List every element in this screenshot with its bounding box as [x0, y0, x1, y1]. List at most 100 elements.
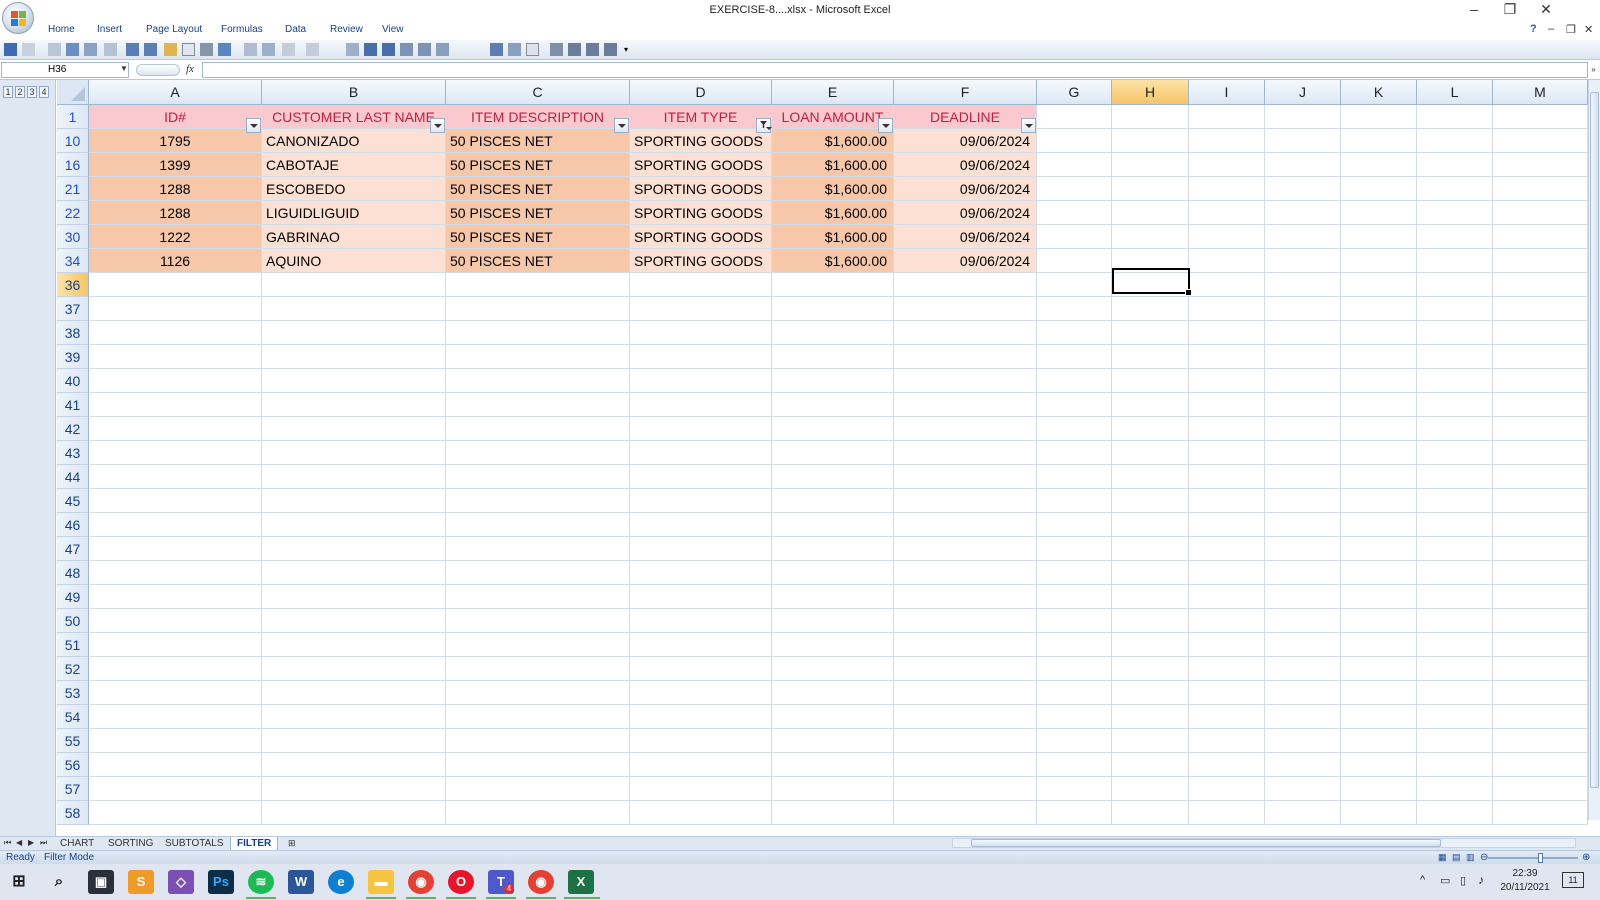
cell-e43[interactable] — [772, 441, 894, 465]
cell-a48[interactable] — [89, 561, 262, 585]
chart-icon[interactable] — [306, 43, 319, 56]
sheet-tab-sorting[interactable]: SORTING — [102, 837, 159, 850]
cell-m34[interactable] — [1493, 249, 1588, 273]
cell-j34[interactable] — [1265, 249, 1341, 273]
cell-f16[interactable]: 09/06/2024 — [894, 153, 1037, 177]
cell-m58[interactable] — [1493, 801, 1588, 825]
column-header-d[interactable]: D — [630, 80, 772, 105]
decimal-icon[interactable] — [508, 43, 521, 56]
cell-i10[interactable] — [1189, 129, 1265, 153]
text-wrap-icon[interactable] — [550, 43, 563, 56]
cell-c58[interactable] — [446, 801, 630, 825]
row-header-58[interactable]: 58 — [57, 801, 89, 825]
cell-l45[interactable] — [1417, 489, 1493, 513]
cell-e44[interactable] — [772, 465, 894, 489]
cell-b39[interactable] — [262, 345, 446, 369]
spelling-icon[interactable] — [66, 43, 79, 56]
cell-k16[interactable] — [1341, 153, 1417, 177]
cell-e30[interactable]: $1,600.00 — [772, 225, 894, 249]
print-icon[interactable] — [200, 43, 213, 56]
cell-j44[interactable] — [1265, 465, 1341, 489]
cell-l39[interactable] — [1417, 345, 1493, 369]
row-header-16[interactable]: 16 — [57, 153, 89, 177]
cell-c34[interactable]: 50 PISCES NET — [446, 249, 630, 273]
cell-h47[interactable] — [1112, 537, 1189, 561]
zoom-in-icon[interactable]: ⊕ — [1582, 851, 1590, 864]
cell-g52[interactable] — [1037, 657, 1112, 681]
sheet-tab-filter[interactable]: FILTER — [230, 837, 279, 850]
cell-l10[interactable] — [1417, 129, 1493, 153]
column-header-e[interactable]: E — [772, 80, 894, 105]
cell-j53[interactable] — [1265, 681, 1341, 705]
edge-icon[interactable]: e — [328, 870, 354, 894]
cell-j54[interactable] — [1265, 705, 1341, 729]
redo-icon[interactable] — [218, 43, 231, 56]
column-header-i[interactable]: I — [1189, 80, 1265, 105]
cell-i38[interactable] — [1189, 321, 1265, 345]
cell-i46[interactable] — [1189, 513, 1265, 537]
cell-e34[interactable]: $1,600.00 — [772, 249, 894, 273]
cell-i52[interactable] — [1189, 657, 1265, 681]
cell-m16[interactable] — [1493, 153, 1588, 177]
cell-c22[interactable]: 50 PISCES NET — [446, 201, 630, 225]
cell-e1[interactable]: LOAN AMOUNT — [772, 105, 894, 129]
cell-j37[interactable] — [1265, 297, 1341, 321]
cell-f22[interactable]: 09/06/2024 — [894, 201, 1037, 225]
new-icon[interactable] — [182, 43, 195, 56]
cell-b58[interactable] — [262, 801, 446, 825]
next-sheet-icon[interactable]: ▶ — [28, 838, 34, 847]
cell-b49[interactable] — [262, 585, 446, 609]
cell-d34[interactable]: SPORTING GOODS — [630, 249, 772, 273]
row-header-49[interactable]: 49 — [57, 585, 89, 609]
formula-cancel-enter[interactable] — [136, 64, 180, 76]
cell-d50[interactable] — [630, 609, 772, 633]
cell-l44[interactable] — [1417, 465, 1493, 489]
cell-l37[interactable] — [1417, 297, 1493, 321]
cell-i47[interactable] — [1189, 537, 1265, 561]
row-header-41[interactable]: 41 — [57, 393, 89, 417]
cell-g36[interactable] — [1037, 273, 1112, 297]
cell-e10[interactable]: $1,600.00 — [772, 129, 894, 153]
vertical-scrollbar[interactable] — [1588, 80, 1600, 820]
cell-b57[interactable] — [262, 777, 446, 801]
column-header-f[interactable]: F — [894, 80, 1037, 105]
cell-g53[interactable] — [1037, 681, 1112, 705]
cell-f39[interactable] — [894, 345, 1037, 369]
last-sheet-icon[interactable]: ⏭ — [40, 838, 47, 848]
cell-a21[interactable]: 1288 — [89, 177, 262, 201]
cell-a1[interactable]: ID# — [89, 105, 262, 129]
cell-d47[interactable] — [630, 537, 772, 561]
cell-m50[interactable] — [1493, 609, 1588, 633]
cell-k43[interactable] — [1341, 441, 1417, 465]
cell-k22[interactable] — [1341, 201, 1417, 225]
cell-f37[interactable] — [894, 297, 1037, 321]
cell-b22[interactable]: LIGUIDLIGUID — [262, 201, 446, 225]
network-icon[interactable]: ▯ — [1460, 874, 1466, 887]
insert-chart-icon[interactable] — [604, 43, 617, 56]
cell-j40[interactable] — [1265, 369, 1341, 393]
cell-c53[interactable] — [446, 681, 630, 705]
row-header-51[interactable]: 51 — [57, 633, 89, 657]
cell-c38[interactable] — [446, 321, 630, 345]
tab-view[interactable]: View — [382, 24, 404, 35]
cell-j30[interactable] — [1265, 225, 1341, 249]
cell-d45[interactable] — [630, 489, 772, 513]
cell-k58[interactable] — [1341, 801, 1417, 825]
cell-i49[interactable] — [1189, 585, 1265, 609]
cell-l21[interactable] — [1417, 177, 1493, 201]
cell-l36[interactable] — [1417, 273, 1493, 297]
cell-m54[interactable] — [1493, 705, 1588, 729]
row-header-46[interactable]: 46 — [57, 513, 89, 537]
cell-b40[interactable] — [262, 369, 446, 393]
filter-dropdown-d-icon[interactable] — [756, 118, 772, 133]
cell-h1[interactable] — [1112, 105, 1189, 129]
cell-b38[interactable] — [262, 321, 446, 345]
cell-l1[interactable] — [1417, 105, 1493, 129]
cell-f45[interactable] — [894, 489, 1037, 513]
tab-home[interactable]: Home — [48, 24, 75, 35]
cell-k51[interactable] — [1341, 633, 1417, 657]
file-explorer-icon[interactable]: ▬ — [368, 870, 394, 894]
cell-k52[interactable] — [1341, 657, 1417, 681]
cell-h54[interactable] — [1112, 705, 1189, 729]
font-color-icon[interactable] — [382, 43, 395, 56]
